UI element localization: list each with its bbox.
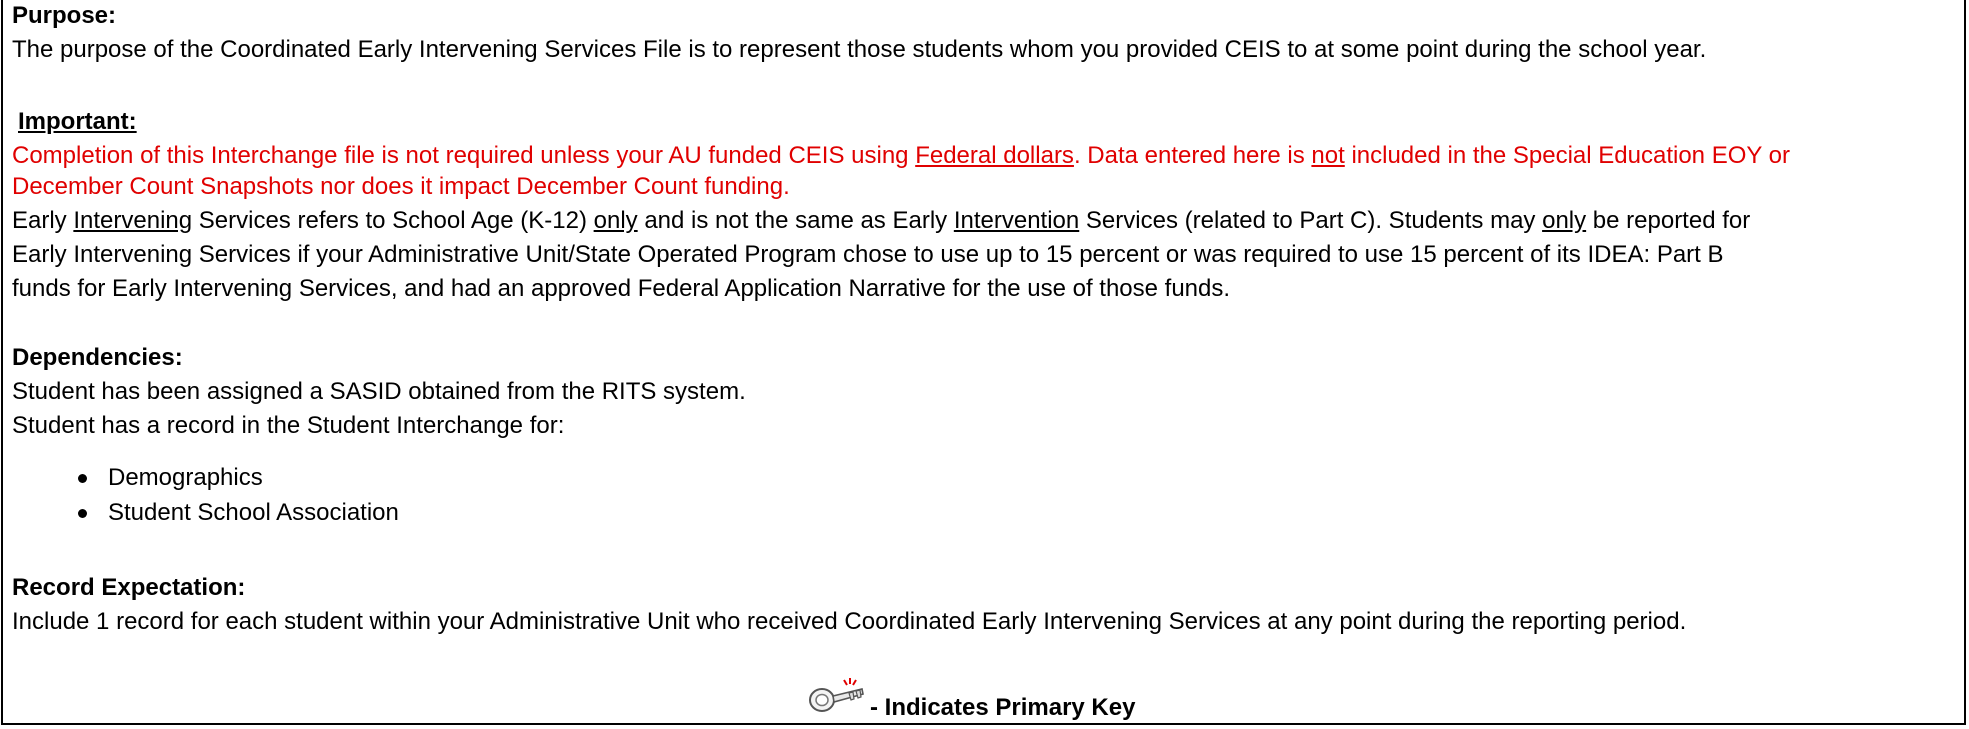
dependencies-line-2: Student has a record in the Student Inte…	[12, 412, 565, 439]
important-red-line-1: Completion of this Interchange file is n…	[12, 140, 1790, 172]
intervening-emphasis: Intervening	[73, 207, 193, 234]
important-red-text: . Data entered here is	[1073, 142, 1312, 169]
primary-key-label: - Indicates Primary Key	[870, 694, 1136, 721]
intervening-paragraph-line-2: Early Intervening Services if your Admin…	[12, 241, 1724, 268]
paragraph-text: and is not the same as Early	[637, 207, 954, 234]
record-expectation-text: Include 1 record for each student within…	[12, 608, 1687, 635]
paragraph-text: Services (related to Part C). Students m…	[1079, 207, 1543, 234]
dependencies-line-1: Student has been assigned a SASID obtain…	[12, 378, 746, 405]
dependencies-heading: Dependencies:	[12, 344, 183, 371]
dependency-item: Demographics	[108, 464, 263, 491]
intervening-paragraph-line-1: Early Intervening Services refers to Sch…	[12, 205, 1750, 237]
important-red-text: Completion of this Interchange file is n…	[12, 142, 916, 169]
only-emphasis: only	[593, 207, 638, 234]
federal-dollars-text: Federal dollars	[915, 142, 1074, 169]
dependency-item: Student School Association	[108, 499, 399, 526]
intervening-paragraph-line-3: funds for Early Intervening Services, an…	[12, 275, 1231, 302]
record-expectation-heading: Record Expectation:	[12, 574, 246, 601]
bullet-icon	[78, 509, 87, 518]
paragraph-text: Services refers to School Age (K-12)	[192, 207, 594, 234]
intervention-emphasis: Intervention	[953, 207, 1080, 234]
not-emphasis: not	[1311, 142, 1345, 169]
paragraph-text: be reported for	[1586, 207, 1751, 234]
paragraph-text: Early	[12, 207, 74, 234]
purpose-text: The purpose of the Coordinated Early Int…	[12, 36, 1707, 63]
purpose-heading: Purpose:	[12, 2, 117, 29]
bullet-icon	[78, 474, 87, 483]
key-icon	[809, 678, 864, 712]
primary-key-legend: - Indicates Primary Key	[0, 676, 1969, 724]
important-heading: Important:	[18, 108, 137, 135]
important-red-line-2: December Count Snapshots nor does it imp…	[12, 173, 790, 200]
important-red-text: included in the Special Education EOY or	[1344, 142, 1790, 169]
only-emphasis: only	[1542, 207, 1587, 234]
